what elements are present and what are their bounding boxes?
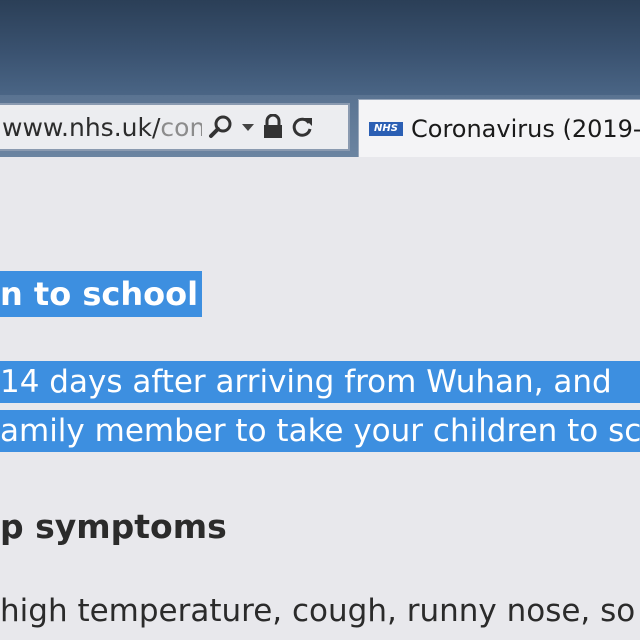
body-text: high temperature, cough, runny nose, so bbox=[0, 593, 636, 629]
browser-frame bbox=[0, 0, 640, 95]
tab-title: Coronavirus (2019-n bbox=[411, 114, 640, 143]
nhs-logo-icon: NHS bbox=[369, 121, 403, 136]
selected-text-line: 14 days after arriving from Wuhan, and bbox=[0, 361, 640, 403]
selected-text-line: amily member to take your children to sc bbox=[0, 410, 640, 452]
tab-coronavirus[interactable]: NHS Coronavirus (2019-n bbox=[358, 99, 640, 157]
search-icon[interactable] bbox=[208, 114, 234, 140]
refresh-icon[interactable] bbox=[290, 115, 314, 139]
address-bar[interactable]: www.nhs.uk/condi bbox=[0, 103, 350, 151]
url-text[interactable]: www.nhs.uk/condi bbox=[0, 113, 202, 142]
lock-icon[interactable] bbox=[262, 114, 284, 140]
section-heading: p symptoms bbox=[0, 507, 227, 546]
page-heading-selected: n to school bbox=[0, 271, 203, 317]
chevron-down-icon[interactable] bbox=[240, 121, 256, 133]
page-content: n to school 14 days after arriving from … bbox=[0, 157, 640, 640]
